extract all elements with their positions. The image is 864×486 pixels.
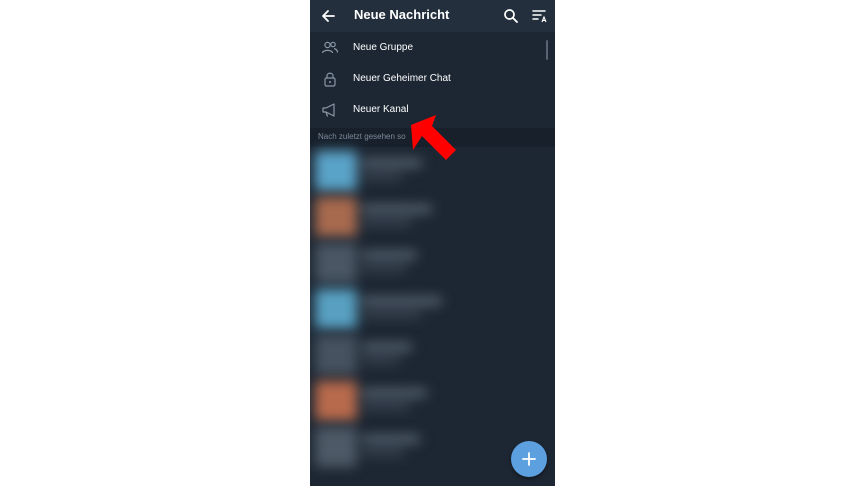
list-item[interactable]: [312, 331, 452, 375]
list-item[interactable]: [312, 423, 452, 467]
avatar: [315, 335, 357, 375]
avatar: [315, 197, 357, 237]
menu-item-label: Neue Gruppe: [353, 42, 414, 53]
menu-item-new-secret-chat[interactable]: Neuer Geheimer Chat: [310, 64, 555, 95]
phone-screen: Neue Nachricht Neue Gruppe Neuer Geheime…: [310, 0, 555, 486]
menu-item-label: Neuer Kanal: [353, 104, 409, 115]
avatar: [315, 243, 357, 283]
new-message-menu: Neue Gruppe Neuer Geheimer Chat Neuer Ka…: [310, 32, 555, 128]
plus-icon: [522, 452, 536, 466]
lock-icon: [321, 70, 339, 88]
contact-list: [310, 147, 555, 486]
app-bar: Neue Nachricht: [310, 0, 555, 32]
page-title: Neue Nachricht: [354, 7, 450, 22]
list-item[interactable]: [312, 285, 452, 329]
arrow-left-icon[interactable]: [318, 6, 338, 26]
new-contact-fab[interactable]: [511, 441, 547, 477]
avatar: [315, 427, 357, 467]
menu-item-label: Neuer Geheimer Chat: [353, 73, 451, 84]
scrollbar[interactable]: [546, 40, 548, 60]
list-item[interactable]: [312, 193, 452, 237]
avatar: [315, 289, 357, 329]
sort-az-icon[interactable]: [530, 6, 550, 26]
section-header-label: Nach zuletzt gesehen so: [318, 132, 406, 141]
search-icon[interactable]: [501, 6, 521, 26]
group-icon: [321, 39, 339, 57]
avatar: [315, 381, 357, 421]
megaphone-icon: [321, 101, 339, 119]
red-pointer-arrow-icon: [405, 115, 460, 165]
list-item[interactable]: [312, 377, 452, 421]
list-item[interactable]: [312, 239, 452, 283]
menu-item-new-group[interactable]: Neue Gruppe: [310, 33, 555, 64]
avatar: [315, 151, 357, 191]
